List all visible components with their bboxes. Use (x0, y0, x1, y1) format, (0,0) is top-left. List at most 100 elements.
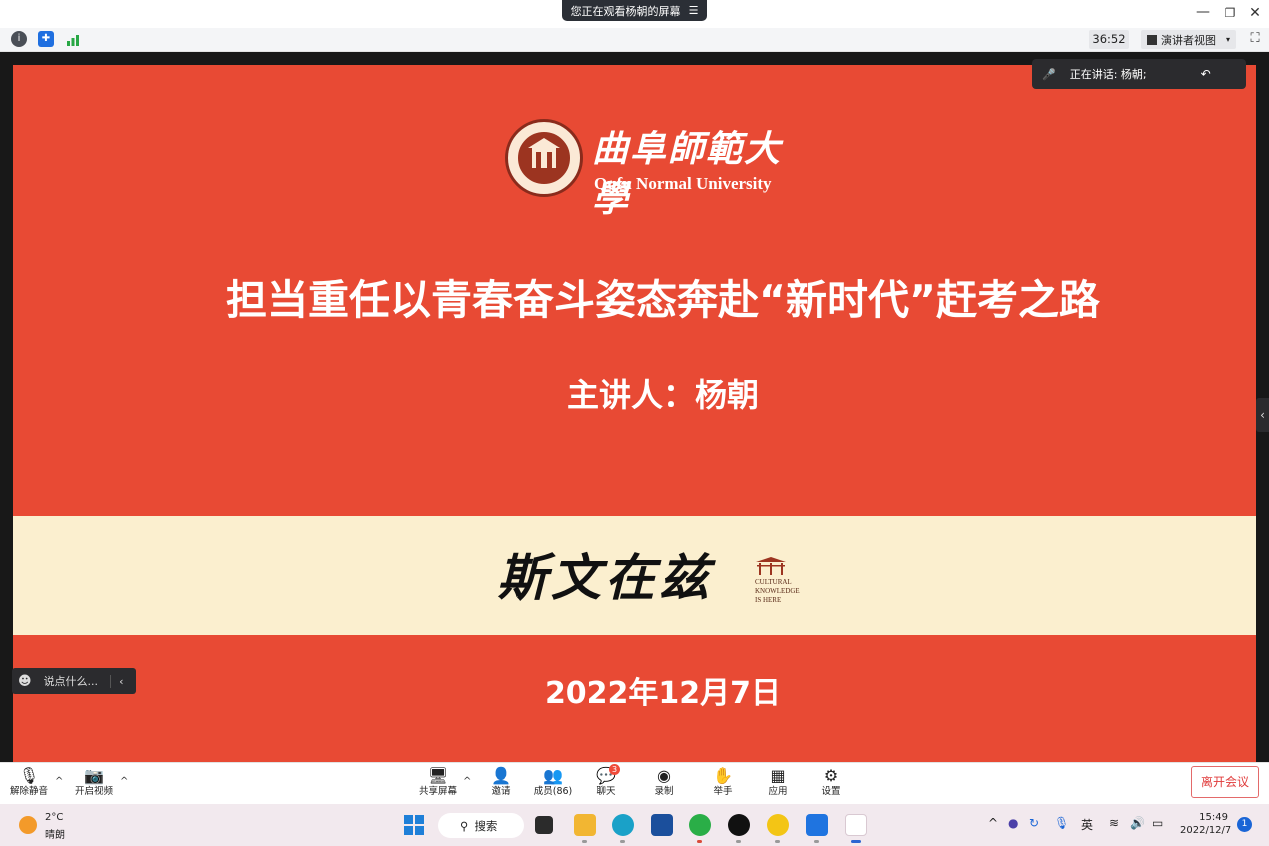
share-screen-button[interactable]: 🖥 共享屏幕 (416, 766, 460, 802)
wechat-icon[interactable] (689, 814, 711, 836)
gear-icon: ⚙ (823, 766, 839, 785)
invite-button[interactable]: 👤 邀请 (484, 766, 518, 802)
photos-icon[interactable] (806, 814, 828, 836)
running-indicator (620, 840, 625, 843)
wifi-icon[interactable]: ≋ (1109, 816, 1119, 830)
tray-clock[interactable]: 15:49 2022/12/7 (1180, 811, 1232, 837)
unmute-label: 解除静音 (9, 786, 48, 797)
record-button[interactable]: ◉ 录制 (648, 766, 680, 802)
running-indicator (775, 840, 780, 843)
calligraphy-text: 斯文在兹 (497, 548, 713, 607)
tagline-line-2: KNOWLEDGE (755, 587, 800, 595)
hand-icon: ✋ (713, 766, 733, 785)
meeting-timer: 36:52 (1089, 30, 1129, 49)
add-user-icon: 👤 (491, 766, 511, 785)
weather-desc[interactable]: 晴朗 (45, 826, 65, 841)
share-options-caret[interactable]: ^ (463, 776, 471, 787)
speaking-indicator: 🎤 正在讲话: 杨朝; ↶ (1032, 59, 1246, 89)
emoji-icon[interactable]: ☻ (18, 674, 32, 689)
tagline-line-3: IS HERE (755, 596, 782, 604)
task-view-icon[interactable] (535, 816, 553, 834)
settings-button[interactable]: ⚙ 设置 (815, 766, 847, 802)
info-icon[interactable]: i (11, 31, 27, 47)
sync-icon[interactable]: ↻ (1029, 816, 1039, 830)
edge-icon[interactable] (612, 814, 634, 836)
taskbar-search-label: 搜索 (474, 818, 498, 833)
mic-icon[interactable]: 🎙 (1054, 816, 1069, 830)
cultural-tagline: CULTURAL KNOWLEDGE IS HERE (755, 578, 815, 608)
tray-app-icon[interactable]: ● (1008, 816, 1018, 830)
apps-icon: ▦ (770, 766, 786, 785)
mic-off-icon: 🎙 (18, 766, 40, 785)
file-explorer-icon[interactable] (574, 814, 596, 836)
tray-time: 15:49 (1199, 812, 1228, 823)
start-icon[interactable] (403, 814, 425, 836)
invite-label: 邀请 (491, 786, 511, 797)
fullscreen-icon[interactable]: ⛶ (1247, 31, 1263, 47)
raise-hand-label: 举手 (713, 786, 733, 797)
layout-icon (1147, 34, 1157, 45)
camera-off-icon: 📷 (84, 766, 104, 785)
speaking-label: 正在讲话: 杨朝; (1069, 68, 1147, 81)
audio-options-caret[interactable]: ^ (55, 776, 63, 787)
chat-input[interactable]: ☻ 说点什么... ‹ (12, 668, 136, 694)
members-button[interactable]: 👥 成员(86) (530, 766, 576, 802)
video-options-caret[interactable]: ^ (120, 776, 128, 787)
signal-icon[interactable] (66, 32, 80, 46)
chat-badge: 3 (609, 764, 620, 775)
mic-muted-icon: 🎤 (1042, 67, 1056, 81)
collapse-chat-icon[interactable]: ‹ (110, 674, 123, 688)
taskbar-search[interactable]: ⚲ 搜索 (438, 813, 524, 838)
store-icon[interactable] (651, 814, 673, 836)
share-screen-icon: 🖥 (427, 766, 449, 785)
notification-badge[interactable]: 1 (1237, 817, 1252, 832)
tagline-line-1: CULTURAL (755, 578, 792, 586)
university-name-en: Qufu Normal University (594, 174, 772, 193)
back-icon[interactable]: ↶ (1201, 67, 1211, 81)
tray-overflow-icon[interactable]: ^ (988, 816, 998, 830)
volume-icon[interactable]: 🔊 (1130, 816, 1145, 830)
control-bar (0, 762, 1269, 804)
slide-date: 2022年12月7日 (544, 676, 782, 711)
running-indicator (736, 840, 741, 843)
start-video-button[interactable]: 📷 开启视频 (72, 766, 116, 802)
raise-hand-button[interactable]: ✋ 举手 (707, 766, 739, 802)
meeting-toolbar (0, 28, 1269, 52)
music-icon[interactable] (767, 814, 789, 836)
active-indicator (851, 840, 861, 843)
running-indicator (814, 840, 819, 843)
apps-button[interactable]: ▦ 应用 (762, 766, 794, 802)
leave-meeting-button[interactable]: 离开会议 (1191, 766, 1259, 798)
close-button[interactable]: ✕ (1245, 5, 1265, 21)
view-mode-dropdown[interactable]: 演讲者视图 ▾ (1141, 30, 1236, 49)
slide-title: 担当重任以青春奋斗姿态奔赴“新时代”赶考之路 (226, 276, 1100, 324)
chat-label: 聊天 (596, 786, 616, 797)
share-banner-label: 您正在观看杨朝的屏幕 (570, 4, 681, 18)
tray-date: 2022/12/7 (1180, 825, 1232, 836)
chat-placeholder: 说点什么... (43, 675, 99, 688)
menu-icon[interactable]: ☰ (689, 4, 699, 17)
pavilion-icon (754, 556, 788, 576)
ime-indicator[interactable]: 英 (1081, 816, 1093, 833)
qq-icon[interactable] (728, 814, 750, 836)
search-icon: ⚲ (460, 818, 469, 833)
running-indicator (582, 840, 587, 843)
university-name-cn: 曲阜師範大學 (592, 128, 783, 220)
restore-button[interactable]: ❐ (1220, 5, 1240, 21)
record-icon: ◉ (657, 766, 671, 785)
view-mode-label: 演讲者视图 (1161, 33, 1216, 47)
record-label: 录制 (654, 786, 674, 797)
taskbar (0, 804, 1269, 846)
shield-icon[interactable]: ✚ (38, 31, 54, 47)
share-screen-label: 共享屏幕 (418, 786, 457, 797)
side-panel-toggle[interactable]: ‹ (1256, 398, 1269, 432)
meeting-app-icon[interactable] (845, 814, 867, 836)
weather-temp[interactable]: 2°C (45, 812, 63, 823)
minimize-button[interactable]: — (1193, 5, 1213, 21)
emblem-center (516, 130, 572, 186)
battery-icon[interactable]: ▭ (1152, 816, 1163, 830)
sun-icon[interactable] (19, 816, 37, 834)
members-icon: 👥 (543, 766, 563, 785)
share-banner[interactable]: 您正在观看杨朝的屏幕 ☰ (562, 0, 707, 21)
unmute-button[interactable]: 🎙 解除静音 (8, 766, 50, 802)
